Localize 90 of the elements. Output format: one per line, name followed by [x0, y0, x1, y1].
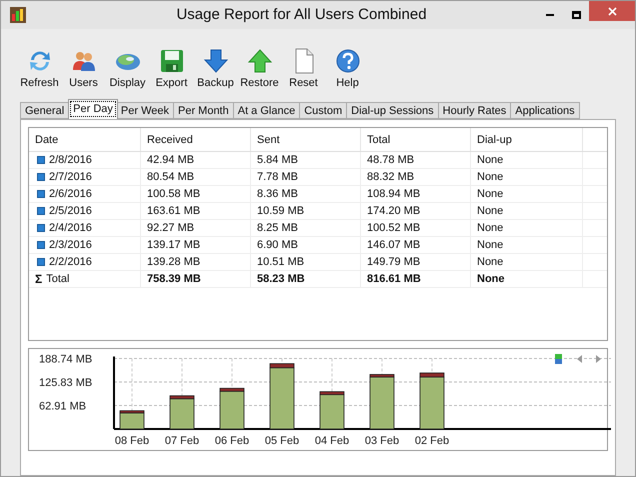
tab[interactable]: Hourly Rates [438, 102, 512, 119]
axis-label: 02 Feb [414, 435, 450, 447]
tab[interactable]: Dial-up Sessions [347, 102, 439, 119]
table-cell-text: 100.52 MB [367, 220, 420, 236]
table-cell-text: None [477, 152, 504, 168]
table-cell-text: 2/2/2016 [49, 254, 92, 270]
axis-label: 06 Feb [214, 435, 250, 447]
help-icon [334, 48, 360, 74]
table-cell-text: 5.84 MB [257, 152, 298, 168]
tab[interactable]: At a Glance [234, 102, 300, 119]
table-cell-text: 816.61 MB [367, 272, 421, 287]
axis-label: 04 Feb [314, 435, 350, 447]
table-cell-text: 58.23 MB [257, 272, 305, 287]
table-cell-text: 174.20 MB [367, 204, 420, 219]
tab[interactable]: General [20, 102, 70, 119]
table-cell-text: 2/5/2016 [49, 204, 92, 219]
table-cell-text: 8.36 MB [257, 186, 298, 202]
toolbar-button[interactable]: Users [62, 48, 105, 91]
table-cell-text: 100.58 MB [147, 186, 200, 202]
table-cell-text: None [477, 170, 504, 185]
table-cell-text: 8.25 MB [257, 220, 298, 236]
tab[interactable]: Per Week [116, 102, 174, 119]
table-cell-text: None [477, 272, 504, 287]
axis-label: 03 Feb [364, 435, 400, 447]
table-cell-text: 2/8/2016 [49, 152, 92, 168]
table-cell-text: 42.94 MB [147, 152, 194, 168]
save-icon [158, 48, 184, 74]
table-cell-text: 2/4/2016 [49, 220, 92, 236]
table-cell-text: 758.39 MB [147, 272, 201, 287]
table-cell-text: 163.61 MB [147, 204, 200, 219]
table-cell-text: None [477, 186, 504, 202]
toolbar-button[interactable]: Help [326, 48, 369, 91]
table-cell-text: 88.32 MB [367, 170, 414, 185]
day-icon [37, 173, 45, 181]
window-title: Usage Report for All Users Combined [175, 4, 428, 25]
close-icon [608, 6, 616, 16]
axis-label: 62.91 MB [39, 400, 86, 412]
axis-label: 125.83 MB [39, 377, 92, 389]
column-header: Dial-up [471, 128, 583, 151]
arrow-up-icon [246, 48, 272, 74]
tab[interactable]: Applications [511, 102, 580, 119]
day-icon [37, 258, 45, 266]
arrow-down-icon [202, 48, 228, 74]
day-icon [37, 207, 45, 215]
close-button[interactable] [589, 1, 635, 21]
column-header: Date [29, 128, 141, 151]
table-cell-text: 108.94 MB [367, 186, 420, 202]
toolbar-button[interactable]: Backup [194, 48, 237, 91]
table-cell-text: 10.59 MB [257, 204, 304, 219]
day-icon [37, 224, 45, 232]
table-cell-text: 139.17 MB [147, 238, 200, 253]
table-cell-text: 139.28 MB [147, 254, 200, 270]
tab[interactable]: Custom [300, 102, 348, 119]
toolbar-button[interactable]: Restore [238, 48, 281, 91]
table-cell-text: 6.90 MB [257, 238, 298, 253]
tab[interactable]: Per Day [68, 99, 118, 119]
axis-label: 08 Feb [114, 435, 150, 447]
table-cell-text: Total [46, 272, 70, 287]
day-icon [37, 241, 45, 249]
table-cell-text: None [477, 238, 504, 253]
toolbar-button[interactable]: Display [106, 48, 149, 91]
column-header: Sent [251, 128, 361, 151]
table-cell-text: 7.78 MB [257, 170, 298, 185]
table-cell-text: 2/6/2016 [49, 186, 92, 202]
toolbar-button[interactable]: Refresh [18, 48, 61, 91]
app-icon [10, 7, 26, 23]
sum-icon: Σ [35, 273, 42, 285]
left-arrow-icon[interactable] [577, 355, 582, 363]
toolbar-button[interactable]: Reset [282, 48, 325, 91]
day-icon [37, 190, 45, 198]
table-cell-text: 2/7/2016 [49, 170, 92, 185]
table-cell-text: 92.27 MB [147, 220, 194, 236]
table-cell-text: 149.79 MB [367, 254, 420, 270]
axis-label: 188.74 MB [39, 354, 92, 366]
toolbar-button[interactable]: Export [150, 48, 193, 91]
table-cell-text: 2/3/2016 [49, 238, 92, 253]
right-arrow-icon[interactable] [596, 355, 601, 363]
column-header: Total [361, 128, 471, 151]
table-cell-text: None [477, 204, 504, 219]
axis-label: 07 Feb [164, 435, 200, 447]
table-cell-text: 80.54 MB [147, 170, 194, 185]
axis-label: 05 Feb [264, 435, 300, 447]
table-cell-text: 10.51 MB [257, 254, 304, 270]
table-cell-text: None [477, 254, 504, 270]
tab[interactable]: Per Month [174, 102, 234, 119]
table-cell-text: None [477, 220, 504, 236]
day-icon [37, 156, 45, 164]
table-cell-text: 48.78 MB [367, 152, 414, 168]
column-header: Received [141, 128, 251, 151]
table-cell-text: 146.07 MB [367, 238, 420, 253]
